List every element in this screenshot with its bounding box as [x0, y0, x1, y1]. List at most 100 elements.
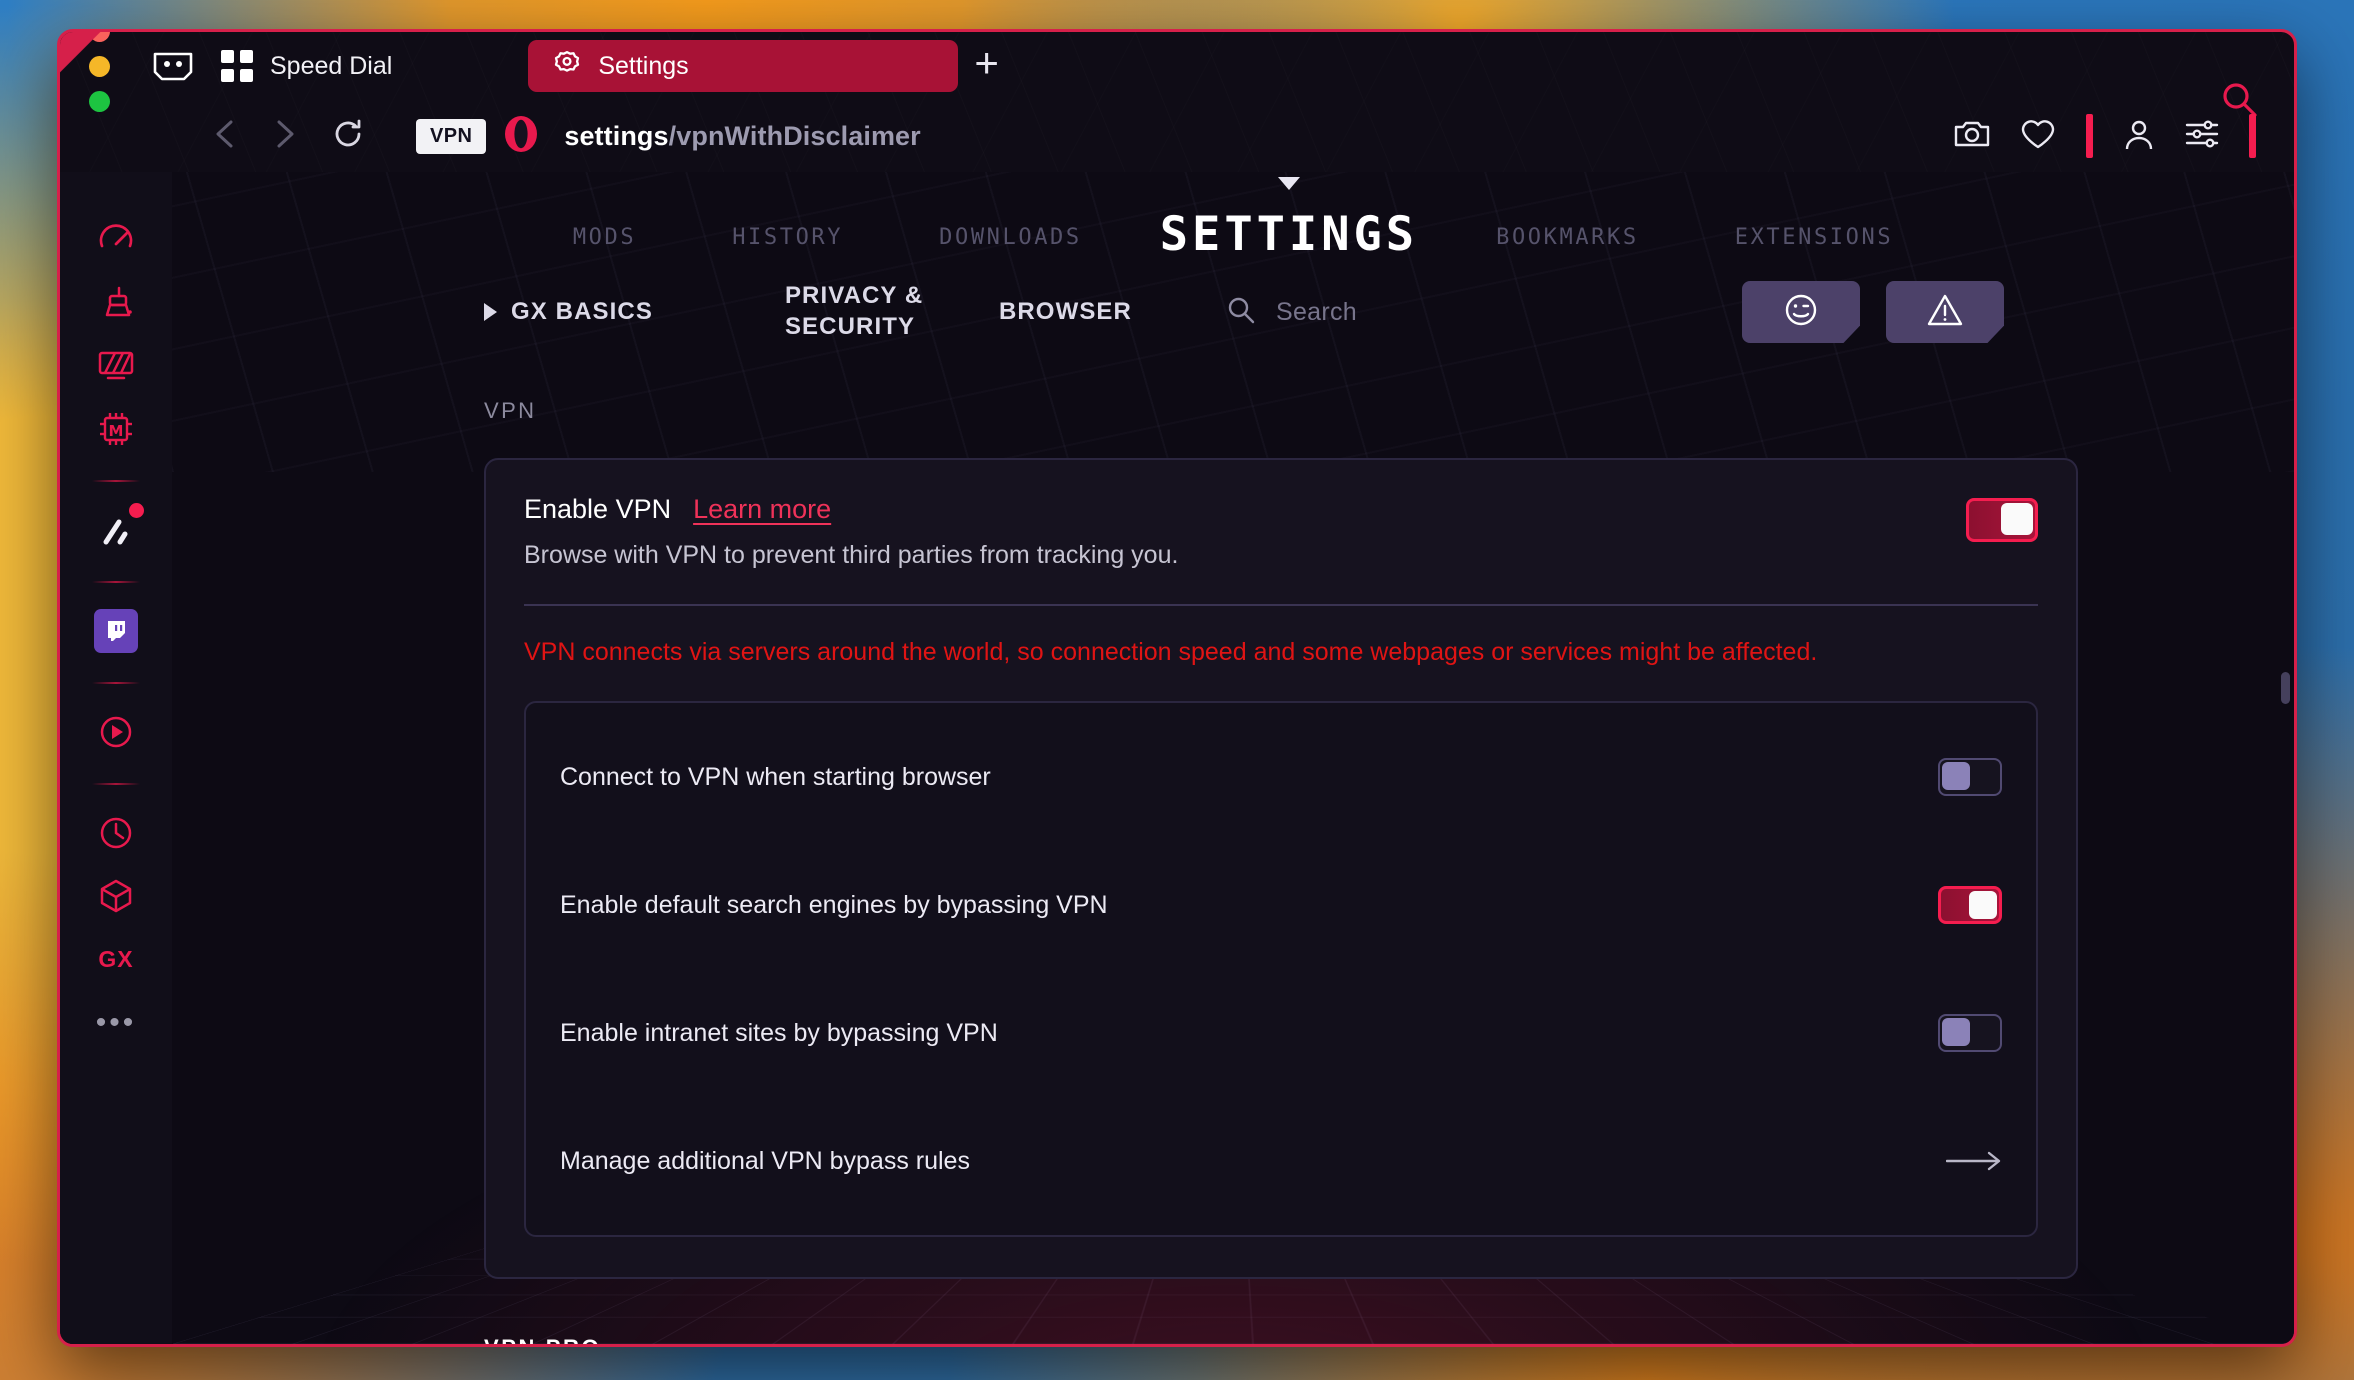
row-label: Manage additional VPN bypass rules [560, 1146, 970, 1175]
subnav-item-browser[interactable]: BROWSER [999, 298, 1132, 326]
address-bar: VPN settings/vpnWithDisclaimer [60, 100, 2294, 172]
tab-settings-label: Settings [598, 51, 689, 80]
sidebar-item-cleaner[interactable] [80, 273, 152, 333]
close-window-button[interactable] [88, 32, 110, 42]
settings-top-nav: MODS HISTORY DOWNLOADS SETTINGS BOOKMARK… [172, 172, 2294, 264]
url-text[interactable]: settings/vpnWithDisclaimer [564, 121, 920, 152]
twitch-icon[interactable] [94, 609, 138, 653]
vpn-enable-row: Enable VPN Learn more Browse with VPN to… [524, 494, 2038, 570]
toolbar-divider [2086, 114, 2093, 158]
vpn-enable-toggle[interactable] [1966, 498, 2038, 542]
svg-text:M: M [109, 422, 124, 440]
topnav-item-settings-label: SETTINGS [1159, 207, 1419, 262]
opera-logo-icon [504, 115, 538, 158]
url-path: /vpnWithDisclaimer [668, 120, 921, 151]
subnav-item-gx-basics-label: GX BASICS [511, 298, 653, 325]
sidebar-item-gx-control[interactable] [80, 500, 152, 560]
person-icon[interactable] [2123, 118, 2155, 155]
search-input[interactable]: Search [1226, 295, 1357, 330]
vpn-disclaimer: VPN connects via servers around the worl… [524, 638, 1818, 666]
minimize-window-button[interactable] [88, 55, 110, 77]
sidebar-item-player[interactable] [80, 702, 152, 762]
row-manage-bypass-rules[interactable]: Manage additional VPN bypass rules [560, 1097, 2002, 1225]
topnav-item-downloads[interactable]: DOWNLOADS [891, 225, 1130, 264]
row-bypass-search-engines[interactable]: Enable default search engines by bypassi… [560, 841, 2002, 969]
topnav-item-mods[interactable]: MODS [525, 225, 684, 264]
subnav-actions [1742, 281, 2294, 343]
sidebar-divider-1 [92, 480, 140, 482]
vpn-title: Enable VPN [524, 494, 672, 524]
subnav-item-gx-basics[interactable]: GX BASICS [484, 298, 653, 326]
row-label: Enable intranet sites by bypassing VPN [560, 1018, 998, 1047]
sidebar-item-history[interactable] [80, 803, 152, 863]
notification-badge [129, 503, 144, 518]
feedback-button[interactable] [1742, 281, 1860, 343]
reload-icon[interactable] [332, 118, 364, 155]
gamepad-icon[interactable] [150, 50, 196, 82]
toggle-knob [2001, 503, 2033, 535]
topnav-item-extensions[interactable]: EXTENSIONS [1687, 225, 1941, 264]
speed-dial-tab-label[interactable]: Speed Dial [270, 52, 392, 81]
forward-button[interactable] [272, 118, 298, 155]
vpn-card: Enable VPN Learn more Browse with VPN to… [484, 458, 2078, 1279]
tab-strip: Speed Dial Settings + [60, 32, 2294, 117]
report-issue-button[interactable] [1886, 281, 2004, 343]
topnav-item-bookmarks[interactable]: BOOKMARKS [1448, 225, 1687, 264]
sidebar-item-monitor[interactable] [80, 336, 152, 396]
sidebar-item-speedometer[interactable] [80, 210, 152, 270]
page-container: M GX ••• MODS HISTORY DOWNLOADS SETTINGS… [60, 172, 2294, 1344]
sliders-icon[interactable] [2185, 119, 2219, 154]
settings-content: VPN Enable VPN Learn more Browse with VP… [172, 360, 2294, 1344]
row-bypass-intranet[interactable]: Enable intranet sites by bypassing VPN [560, 969, 2002, 1097]
sidebar-item-cube[interactable] [80, 866, 152, 926]
toggle-knob [1942, 1018, 1970, 1046]
new-tab-button[interactable]: + [974, 42, 999, 90]
sidebar-item-gx[interactable]: GX [80, 929, 152, 989]
vpn-title-line: Enable VPN Learn more [524, 494, 1966, 525]
url-host: settings [564, 120, 669, 151]
settings-sub-nav: GX BASICS PRIVACY & SECURITY BROWSER Sea… [172, 264, 2294, 360]
sidebar-divider-3 [92, 682, 140, 684]
bypass-intranet-toggle[interactable] [1938, 1014, 2002, 1052]
sidebar-item-twitch-wrap[interactable] [80, 601, 152, 661]
section-label-vpn: VPN [484, 398, 537, 423]
address-bar-actions [1954, 114, 2294, 158]
triangle-right-icon [484, 303, 497, 321]
search-icon [1226, 295, 1256, 330]
active-tab-caret-icon [1277, 177, 1300, 190]
more-icon[interactable]: ••• [80, 992, 152, 1052]
back-button[interactable] [212, 118, 238, 155]
connect-on-start-toggle[interactable] [1938, 758, 2002, 796]
toggle-knob [1969, 891, 1997, 919]
section-label-vpn-pro: VPN PRO [484, 1335, 2294, 1344]
bypass-search-engines-toggle[interactable] [1938, 886, 2002, 924]
scrollbar-thumb[interactable] [2281, 672, 2290, 704]
desktop-background: Speed Dial Settings + VPN settings/vpnWi… [0, 0, 2354, 1380]
camera-icon[interactable] [1954, 119, 1990, 154]
card-divider [524, 604, 2038, 606]
sidebar-item-mods[interactable]: M [80, 399, 152, 459]
row-label: Connect to VPN when starting browser [560, 762, 991, 791]
warning-triangle-icon [1926, 292, 1964, 333]
sidebar-divider-2 [92, 581, 140, 583]
topnav-item-settings[interactable]: SETTINGS [1130, 177, 1448, 264]
vpn-enable-text: Enable VPN Learn more Browse with VPN to… [524, 494, 1966, 570]
arrow-right-icon[interactable] [1946, 1150, 2002, 1172]
topnav-item-history[interactable]: HISTORY [684, 225, 891, 264]
browser-window: Speed Dial Settings + VPN settings/vpnWi… [57, 29, 2297, 1347]
vpn-description: Browse with VPN to prevent third parties… [524, 541, 1179, 569]
heart-icon[interactable] [2020, 118, 2056, 155]
row-label: Enable default search engines by bypassi… [560, 890, 1108, 919]
search-placeholder: Search [1275, 297, 1357, 326]
subnav-item-privacy-security[interactable]: PRIVACY & SECURITY [785, 281, 975, 342]
tab-settings[interactable]: Settings [528, 40, 959, 92]
main-content: MODS HISTORY DOWNLOADS SETTINGS BOOKMARK… [172, 172, 2294, 1344]
learn-more-link[interactable]: Learn more [693, 494, 831, 525]
toolbar-divider-2 [2249, 114, 2256, 158]
vpn-badge[interactable]: VPN [416, 118, 487, 154]
toggle-knob [1942, 762, 1970, 790]
row-connect-on-start[interactable]: Connect to VPN when starting browser [560, 713, 2002, 841]
grid-icon[interactable] [218, 49, 256, 83]
sidebar-divider-4 [92, 783, 140, 785]
sidebar: M GX ••• [60, 172, 172, 1344]
